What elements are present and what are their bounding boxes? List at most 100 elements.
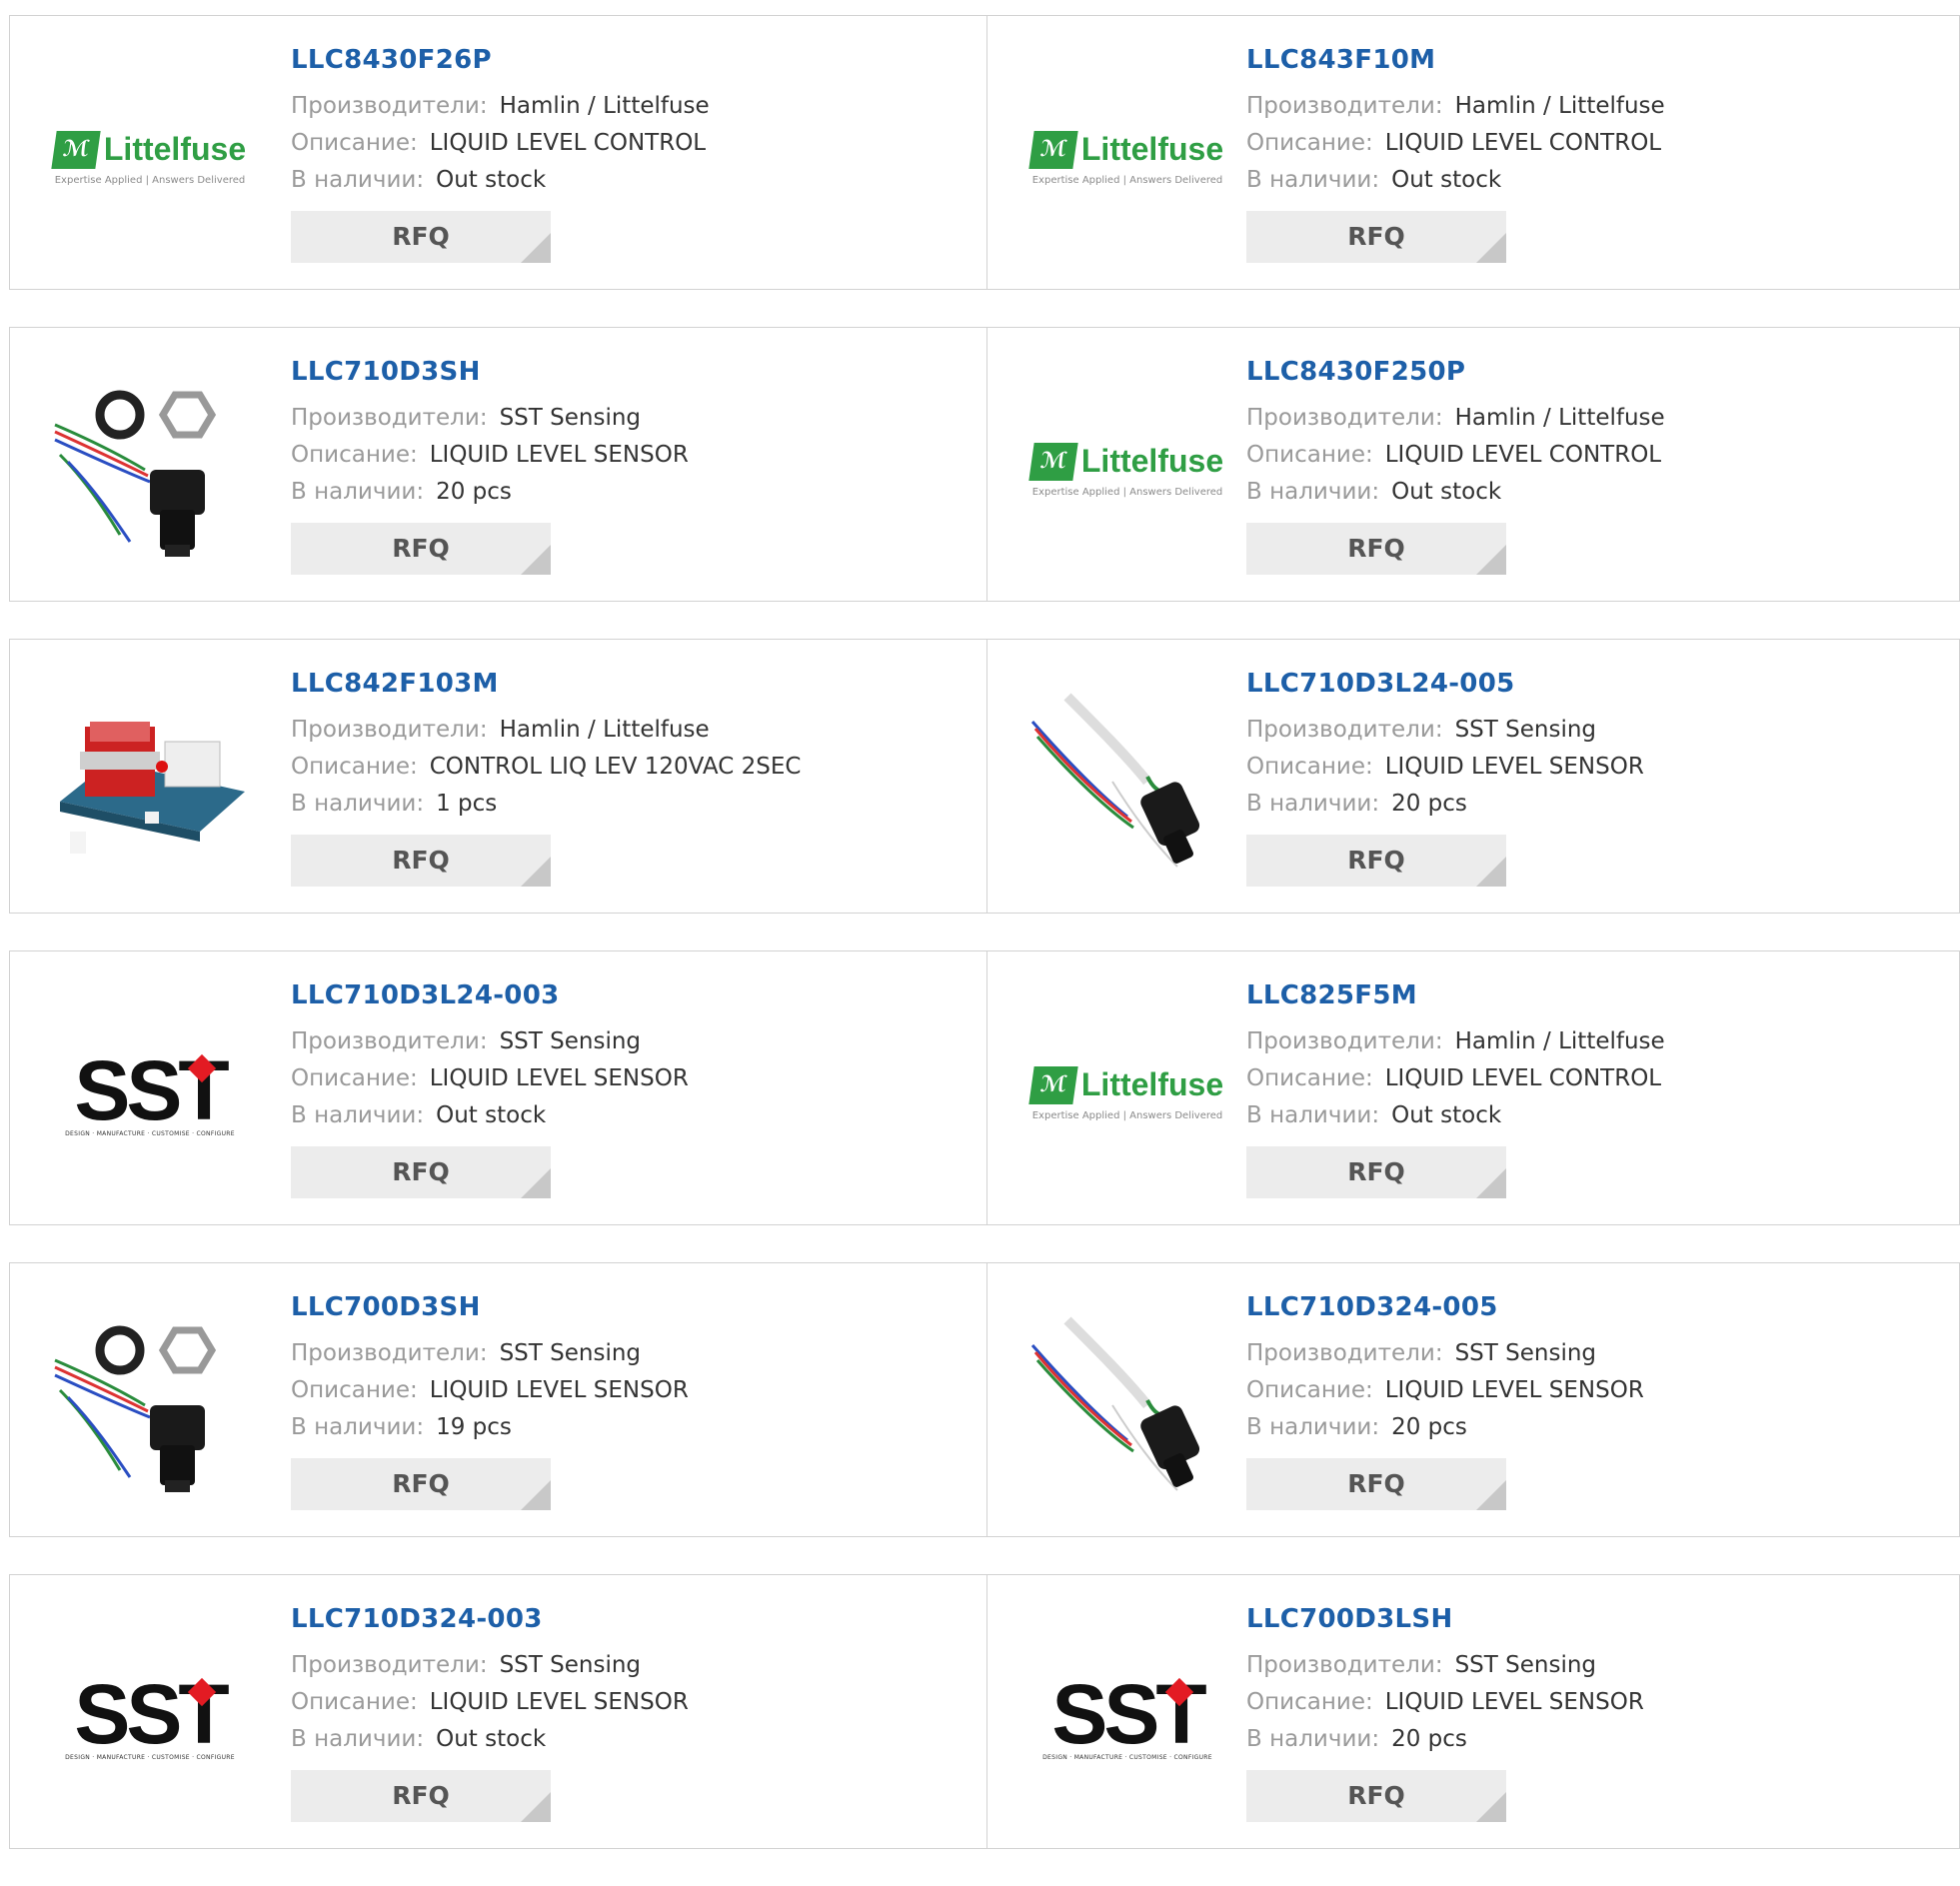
- littelfuse-mark-icon: ℳ: [1028, 1065, 1078, 1104]
- manufacturer-label: Производители:: [291, 717, 488, 743]
- description-value: LIQUID LEVEL SENSOR: [429, 1065, 689, 1091]
- product-card: LLC710D324-005 Производители: SST Sensing…: [987, 1262, 1960, 1537]
- stock-value: Out stock: [436, 167, 547, 193]
- description-value: LIQUID LEVEL SENSOR: [429, 442, 689, 468]
- corner-triangle-icon: [1476, 233, 1506, 263]
- product-card: ℳ Littelfuse Expertise Applied | Answers…: [987, 327, 1960, 602]
- description-row: Описание: LIQUID LEVEL SENSOR: [1246, 1684, 1644, 1721]
- part-number-link[interactable]: LLC843F10M: [1246, 44, 1665, 76]
- stock-label: В наличии:: [1246, 1414, 1380, 1440]
- description-label: Описание:: [291, 130, 418, 156]
- rfq-button[interactable]: RFQ: [1246, 1146, 1506, 1198]
- stock-value: 19 pcs: [436, 1414, 512, 1440]
- product-row: LLC710D3SH Производители: SST Sensing Опи…: [9, 327, 1960, 602]
- product-info: LLC700D3LSH Производители: SST Sensing Оп…: [1246, 1603, 1644, 1822]
- part-number-link[interactable]: LLC825F5M: [1246, 979, 1665, 1011]
- description-value: LIQUID LEVEL CONTROL: [1384, 130, 1662, 156]
- rfq-button[interactable]: RFQ: [1246, 211, 1506, 263]
- littelfuse-logo: ℳ Littelfuse Expertise Applied | Answers…: [1028, 442, 1223, 498]
- product-thumbnail: ℳ Littelfuse Expertise Applied | Answers…: [50, 58, 250, 258]
- manufacturer-label: Производители:: [1246, 1028, 1443, 1054]
- product-info: LLC710D324-003 Производители: SST Sensing…: [291, 1603, 689, 1822]
- product-info: LLC700D3SH Производители: SST Sensing Опи…: [291, 1291, 689, 1510]
- littelfuse-logo: ℳ Littelfuse Expertise Applied | Answers…: [1028, 130, 1224, 186]
- stock-value: Out stock: [1391, 1102, 1502, 1128]
- manufacturer-label: Производители:: [1246, 1340, 1443, 1366]
- description-value: LIQUID LEVEL SENSOR: [429, 1377, 689, 1403]
- stock-row: В наличии: Out stock: [1246, 474, 1665, 511]
- rfq-button[interactable]: RFQ: [1246, 1458, 1506, 1510]
- manufacturer-row: Производители: SST Sensing: [1246, 1647, 1644, 1684]
- part-number-link[interactable]: LLC8430F26P: [291, 44, 710, 76]
- rfq-label: RFQ: [392, 1157, 450, 1186]
- part-number-link[interactable]: LLC842F103M: [291, 668, 801, 700]
- stock-label: В наличии:: [291, 479, 425, 505]
- description-label: Описание:: [1246, 1377, 1373, 1403]
- manufacturer-label: Производители:: [1246, 93, 1443, 119]
- product-grid: ℳ Littelfuse Expertise Applied | Answers…: [9, 15, 1960, 1886]
- description-label: Описание:: [291, 754, 418, 780]
- rfq-button[interactable]: RFQ: [1246, 835, 1506, 887]
- rfq-button[interactable]: RFQ: [291, 211, 551, 263]
- description-label: Описание:: [1246, 1065, 1373, 1091]
- rfq-label: RFQ: [392, 846, 450, 875]
- stock-label: В наличии:: [291, 791, 425, 817]
- corner-triangle-icon: [1476, 545, 1506, 575]
- stock-row: В наличии: Out stock: [291, 1721, 689, 1758]
- part-number-link[interactable]: LLC710D324-003: [291, 1603, 689, 1635]
- product-info: LLC842F103M Производители: Hamlin / Litte…: [291, 668, 801, 887]
- description-label: Описание:: [291, 442, 418, 468]
- product-card: SST DESIGN · MANUFACTURE · CUSTOMISE · C…: [9, 1574, 987, 1849]
- part-number-link[interactable]: LLC710D324-005: [1246, 1291, 1644, 1323]
- rfq-label: RFQ: [392, 222, 450, 251]
- manufacturer-value: SST Sensing: [499, 405, 642, 431]
- product-thumbnail: SST DESIGN · MANUFACTURE · CUSTOMISE · C…: [1027, 1617, 1227, 1817]
- corner-triangle-icon: [1476, 857, 1506, 887]
- description-label: Описание:: [1246, 754, 1373, 780]
- rfq-label: RFQ: [1347, 1781, 1405, 1810]
- rfq-button[interactable]: RFQ: [1246, 1770, 1506, 1822]
- product-card: SST DESIGN · MANUFACTURE · CUSTOMISE · C…: [9, 950, 987, 1225]
- corner-triangle-icon: [1476, 1480, 1506, 1510]
- description-row: Описание: LIQUID LEVEL SENSOR: [291, 437, 689, 474]
- rfq-button[interactable]: RFQ: [291, 1458, 551, 1510]
- stock-value: 20 pcs: [1391, 791, 1467, 817]
- part-number-link[interactable]: LLC710D3L24-005: [1246, 668, 1644, 700]
- manufacturer-value: Hamlin / Littelfuse: [1454, 405, 1665, 431]
- manufacturer-label: Производители:: [291, 1340, 488, 1366]
- stock-row: В наличии: Out stock: [1246, 1097, 1665, 1134]
- rfq-button[interactable]: RFQ: [291, 523, 551, 575]
- part-number-link[interactable]: LLC8430F250P: [1246, 356, 1665, 388]
- rfq-button[interactable]: RFQ: [1246, 523, 1506, 575]
- part-number-link[interactable]: LLC700D3LSH: [1246, 1603, 1644, 1635]
- description-value: LIQUID LEVEL SENSOR: [1384, 1377, 1644, 1403]
- part-number-link[interactable]: LLC710D3L24-003: [291, 979, 689, 1011]
- product-row: SST DESIGN · MANUFACTURE · CUSTOMISE · C…: [9, 950, 1960, 1225]
- corner-triangle-icon: [1476, 1168, 1506, 1198]
- rfq-label: RFQ: [392, 1781, 450, 1810]
- manufacturer-row: Производители: Hamlin / Littelfuse: [1246, 1023, 1665, 1060]
- stock-label: В наличии:: [1246, 791, 1380, 817]
- part-number-link[interactable]: LLC710D3SH: [291, 356, 689, 388]
- manufacturer-value: Hamlin / Littelfuse: [499, 717, 710, 743]
- product-row: SST DESIGN · MANUFACTURE · CUSTOMISE · C…: [9, 1574, 1960, 1849]
- rfq-button[interactable]: RFQ: [291, 835, 551, 887]
- stock-row: В наличии: 1 pcs: [291, 786, 801, 823]
- manufacturer-value: SST Sensing: [499, 1340, 642, 1366]
- description-row: Описание: LIQUID LEVEL SENSOR: [1246, 1372, 1644, 1409]
- stock-row: В наличии: Out stock: [291, 1097, 689, 1134]
- description-row: Описание: LIQUID LEVEL SENSOR: [1246, 749, 1644, 786]
- rfq-button[interactable]: RFQ: [291, 1770, 551, 1822]
- rfq-button[interactable]: RFQ: [291, 1146, 551, 1198]
- product-thumbnail: [50, 1305, 250, 1505]
- manufacturer-value: Hamlin / Littelfuse: [1454, 1028, 1665, 1054]
- manufacturer-row: Производители: SST Sensing: [291, 400, 689, 437]
- littelfuse-logo-word: Littelfuse: [1080, 131, 1224, 167]
- manufacturer-row: Производители: SST Sensing: [1246, 712, 1644, 749]
- stock-label: В наличии:: [291, 167, 425, 193]
- description-label: Описание:: [1246, 1689, 1373, 1715]
- littelfuse-logo-word: Littelfuse: [1080, 1066, 1224, 1102]
- part-number-link[interactable]: LLC700D3SH: [291, 1291, 689, 1323]
- product-thumbnail: SST DESIGN · MANUFACTURE · CUSTOMISE · C…: [50, 993, 250, 1193]
- stock-value: Out stock: [1391, 479, 1502, 505]
